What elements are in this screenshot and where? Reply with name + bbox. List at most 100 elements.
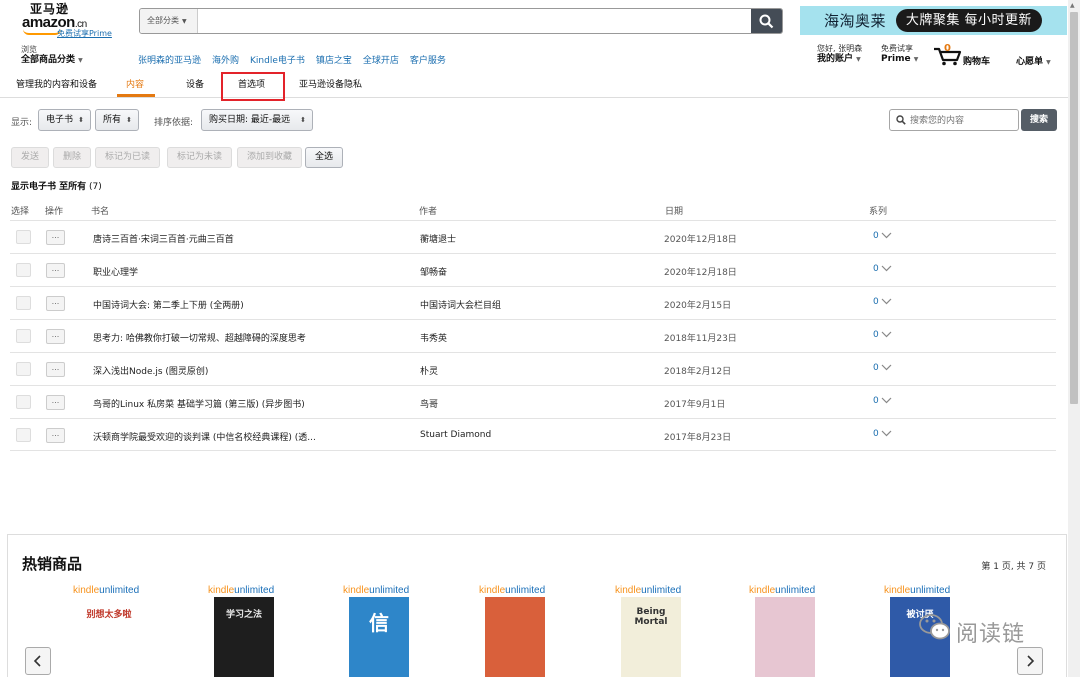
book-title[interactable]: 鸟哥的Linux 私房菜 基础学习篇 (第三版) (异步图书) [93,397,305,410]
content-type-select[interactable]: 电子书 ⬍ [38,109,91,131]
kindle-unlimited-badge: kindleunlimited [343,585,409,596]
col-header-series: 系列 [869,207,888,217]
cart-button[interactable]: 0 购物车 [933,43,999,67]
series-toggle[interactable]: 0 [873,363,892,373]
book-title[interactable]: 沃顿商学院最受欢迎的谈判课 (中信名校经典课程) (透... [93,430,316,443]
nav-link-my-amazon[interactable]: 张明森的亚马逊 [138,53,201,66]
cart-label: 购物车 [963,57,991,67]
add-to-collection-button[interactable]: 添加到收藏 [237,147,303,168]
content-search-input[interactable] [910,112,1014,128]
table-row: ... 职业心理学 邹畅奋 2020年12月18日 0 [10,253,1056,286]
series-toggle[interactable]: 0 [873,330,892,340]
book-cover[interactable] [755,597,815,677]
scroll-up-icon[interactable]: ▲ [1070,2,1075,9]
row-actions-button[interactable]: ... [46,362,65,377]
preferences-highlight-box [221,72,285,101]
scrollbar-thumb[interactable] [1070,12,1078,404]
book-title[interactable]: 职业心理学 [93,265,138,278]
content-search-button[interactable]: 搜索 [1021,109,1057,131]
nav-link-customer-service[interactable]: 客户服务 [410,53,446,66]
series-toggle[interactable]: 0 [873,297,892,307]
book-title[interactable]: 深入浅出Node.js (图灵原创) [93,364,208,377]
row-checkbox[interactable] [16,230,31,244]
carousel-pagination: 第 1 页, 共 7 页 [981,562,1046,572]
book-cover[interactable]: 学习之法 [214,597,274,677]
site-search-button[interactable] [751,9,782,33]
tab-devices[interactable]: 设备 [186,77,204,90]
bestseller-book[interactable]: kindleunlimited Being Mortal [615,585,690,677]
prime-trial-link[interactable]: 免费试享Prime [57,28,112,39]
account-menu[interactable]: 您好, 张明森 我的账户 ▼ [817,43,862,65]
sort-select[interactable]: 购买日期: 最近-最远 ⬍ [201,109,313,131]
row-actions-button[interactable]: ... [46,230,65,245]
content-subnav: 管理我的内容和设备 内容 设备 首选项 亚马逊设备隐私 [0,72,1080,101]
row-checkbox[interactable] [16,428,31,442]
row-actions-button[interactable]: ... [46,329,65,344]
row-checkbox[interactable] [16,263,31,277]
bestseller-book[interactable]: kindleunlimited [749,585,824,677]
nav-link-deals[interactable]: 镇店之宝 [316,53,352,66]
all-categories-label: 全部商品分类 ▼ [21,55,83,65]
prime-menu[interactable]: 免费试享 Prime ▼ [881,43,918,65]
series-toggle[interactable]: 0 [873,264,892,274]
amazon-logo[interactable]: 亚马逊 amazon.cn 免费试享Prime [22,3,122,39]
book-title[interactable]: 思考力: 哈佛教你打破一切常规、超越障碍的深度思考 [93,331,306,344]
bestseller-book[interactable]: kindleunlimited [479,585,554,677]
book-author: 鸟哥 [420,400,439,410]
nav-link-overseas[interactable]: 海外购 [212,53,239,66]
send-button[interactable]: 发送 [11,147,50,168]
delete-button[interactable]: 删除 [53,147,92,168]
kindle-unlimited-badge: kindleunlimited [884,585,950,596]
bestseller-book[interactable]: kindleunlimited 学习之法 [208,585,283,677]
book-cover-title: 学习之法 [225,610,262,620]
sort-label: 排序依据: [154,118,194,128]
series-toggle[interactable]: 0 [873,231,892,241]
scope-select[interactable]: 所有 ⬍ [95,109,139,131]
content-search-box [889,109,1019,131]
col-header-title[interactable]: 书名 [91,204,109,217]
tab-device-privacy[interactable]: 亚马逊设备隐私 [299,77,362,90]
chevron-down-icon [881,397,892,404]
site-search-input[interactable] [200,9,750,33]
updown-arrow-icon: ⬍ [126,116,132,124]
watermark: 阅读链 [918,610,1048,647]
series-toggle[interactable]: 0 [873,396,892,406]
badge-kindle-text: kindle [884,585,911,596]
row-actions-button[interactable]: ... [46,296,65,311]
browse-categories[interactable]: 浏览 全部商品分类 ▼ [21,44,83,66]
row-actions-button[interactable]: ... [46,395,65,410]
book-cover[interactable] [485,597,545,677]
book-cover[interactable]: 信 [349,597,409,677]
nav-link-global-selling[interactable]: 全球开店 [363,53,399,66]
mark-unread-button[interactable]: 标记为未读 [167,147,233,168]
badge-kindle-text: kindle [479,585,506,596]
row-checkbox[interactable] [16,329,31,343]
row-checkbox[interactable] [16,296,31,310]
col-header-date[interactable]: 日期 [665,204,683,217]
caret-down-icon: ▼ [182,18,187,25]
series-toggle[interactable]: 0 [873,429,892,439]
tab-content[interactable]: 内容 [126,77,144,90]
nav-link-kindle-ebooks[interactable]: Kindle电子书 [250,53,305,66]
promo-banner[interactable]: 海淘奥莱 大牌聚集 每小时更新 [800,6,1067,35]
row-checkbox[interactable] [16,362,31,376]
book-title[interactable]: 中国诗词大会: 第二季上下册 (全两册) [93,298,244,311]
row-actions-button[interactable]: ... [46,428,65,443]
select-all-button[interactable]: 全选 [305,147,344,168]
page-scrollbar[interactable]: ▲ [1068,0,1080,677]
bestseller-book[interactable]: kindleunlimited 别想太多啦 [73,585,148,677]
row-checkbox[interactable] [16,395,31,409]
search-category-select[interactable]: 全部分类 ▼ [140,9,198,33]
book-cover[interactable]: 别想太多啦 [79,597,139,677]
book-title[interactable]: 唐诗三百首·宋词三百首·元曲三百首 [93,232,234,245]
bestseller-book[interactable]: kindleunlimited 信 [343,585,418,677]
carousel-prev-button[interactable] [25,647,51,675]
badge-kindle-text: kindle [615,585,642,596]
carousel-next-button[interactable] [1017,647,1043,675]
mark-read-button[interactable]: 标记为已读 [95,147,161,168]
wishlist-menu[interactable]: 心愿单 ▼ [1016,54,1051,67]
row-actions-button[interactable]: ... [46,263,65,278]
book-cover[interactable]: Being Mortal [621,597,681,677]
search-icon [759,14,774,29]
col-header-author[interactable]: 作者 [419,204,437,217]
